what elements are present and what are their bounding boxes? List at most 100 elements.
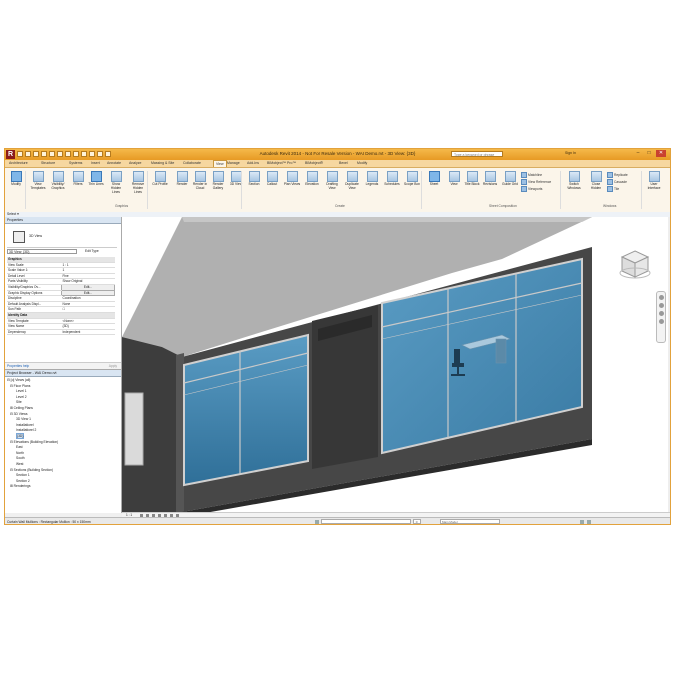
tab-add-ins[interactable]: Add-Ins <box>247 161 259 165</box>
3d-view-button[interactable]: 3D View <box>227 171 245 187</box>
tab-bexel[interactable]: Bexel <box>339 161 348 165</box>
replicate-button[interactable]: Replicate <box>607 172 628 178</box>
type-selector[interactable]: 3D View <box>7 225 117 248</box>
remove-hidden-lines-button[interactable]: Remove Hidden Lines <box>129 171 147 194</box>
select-dropdown[interactable]: Select ▾ <box>7 212 19 216</box>
select-links-icon[interactable] <box>587 520 591 524</box>
sheet-button[interactable]: Sheet <box>425 171 443 187</box>
revit-window: R Autodesk Revit 2014 - Not For Resale V… <box>4 148 671 525</box>
instance-selector[interactable]: 3D View: {3D} <box>7 249 77 254</box>
ribbon-button-label: Callout <box>266 182 278 186</box>
scope-box-button[interactable]: Scope Box <box>403 171 421 187</box>
properties-help-link[interactable]: Properties help <box>7 364 29 368</box>
small-button-label: Replicate <box>614 172 628 177</box>
browser-node-label: ⊞ Renderings <box>10 484 31 489</box>
ribbon-button-label: Plan Views <box>283 182 301 186</box>
section-button[interactable]: Section <box>245 171 263 187</box>
browser-node-label: Section 2 <box>16 478 30 483</box>
viewports-button[interactable]: Viewports <box>521 186 542 192</box>
main-model-selector[interactable]: Main Model <box>440 519 500 524</box>
edit-type-button[interactable]: Edit Type <box>85 249 99 253</box>
show-hidden-lines-button[interactable]: Show Hidden Lines <box>107 171 125 194</box>
callout-button[interactable]: Callout <box>263 171 281 187</box>
group-label-create: Create <box>335 204 345 208</box>
vertical-scrollbar[interactable] <box>668 217 670 512</box>
view-cube-type-icon <box>13 231 25 243</box>
schedules-button[interactable]: Schedules <box>383 171 401 187</box>
apply-button[interactable]: Apply <box>109 364 117 368</box>
browser-node[interactable]: ⊟ Sections (Building Section) <box>7 468 58 474</box>
browser-node[interactable]: ⊟ Elevations (Building Elevation) <box>7 440 58 446</box>
matchline-button[interactable]: Matchline <box>521 172 542 178</box>
ribbon-separator <box>25 171 26 209</box>
close-hidden-button[interactable]: Close Hidden <box>587 171 605 191</box>
tab-view[interactable]: View <box>213 160 227 167</box>
tab-systems[interactable]: Systems <box>69 161 82 165</box>
tab-insert[interactable]: Insert <box>91 161 100 165</box>
minimize-button[interactable]: – <box>633 150 643 157</box>
tab-architecture[interactable]: Architecture <box>9 161 28 165</box>
view-button[interactable]: View <box>445 171 463 187</box>
render-in-cloud-button[interactable]: Render in Cloud <box>191 171 209 191</box>
visibility-graphics-button[interactable]: Visibility/ Graphics <box>49 171 67 191</box>
render-gallery-button[interactable]: Render Gallery <box>209 171 227 191</box>
property-value[interactable]: Independent <box>61 329 115 336</box>
title-block-button[interactable]: Title Block <box>463 171 481 187</box>
plan-views-button[interactable]: Plan Views <box>283 171 301 187</box>
orbit-icon[interactable] <box>658 319 664 324</box>
tab-analyze[interactable]: Analyze <box>129 161 141 165</box>
tile-button[interactable]: Tile <box>607 186 619 192</box>
workset-icon[interactable] <box>315 520 319 524</box>
render-button[interactable]: Render <box>173 171 191 187</box>
remove-hidden-icon <box>132 171 144 182</box>
user-interface-button[interactable]: User Interface <box>645 171 663 191</box>
3d-viewport[interactable] <box>122 217 670 512</box>
cascade-button[interactable]: Cascade <box>607 179 627 185</box>
navigation-bar[interactable] <box>656 291 666 343</box>
type-name: 3D View <box>29 234 42 238</box>
drafting-view-button[interactable]: Drafting View <box>323 171 341 191</box>
tab-manage[interactable]: Manage <box>227 161 240 165</box>
tab-massing-site[interactable]: Massing & Site <box>151 161 174 165</box>
view-reference-button[interactable]: View Reference <box>521 179 551 185</box>
guide-grid-button[interactable]: Guide Grid <box>501 171 519 187</box>
thin-lines-button[interactable]: Thin Lines <box>87 171 105 187</box>
tab-bimobject-pro-[interactable]: BIMobject™ Pro™ <box>267 161 296 165</box>
ribbon-tabs: Architecture Structure Systems Insert Annota… <box>5 160 670 168</box>
browser-node[interactable]: ⊞ Renderings <box>7 484 58 490</box>
tab-collaborate[interactable]: Collaborate <box>183 161 201 165</box>
view-cube[interactable] <box>618 247 652 281</box>
cloud-render-icon <box>194 171 206 182</box>
tab-bimobject-[interactable]: BIMobject® <box>305 161 323 165</box>
properties-header: Properties <box>5 217 121 224</box>
group-label-sheet: Sheet Composition <box>489 204 517 208</box>
drafting-icon <box>326 171 338 182</box>
duplicate-view-button[interactable]: Duplicate View <box>343 171 361 191</box>
close-button[interactable]: ✕ <box>656 150 666 157</box>
switch-windows-button[interactable]: Switch Windows <box>565 171 583 191</box>
zoom-icon[interactable] <box>658 303 664 308</box>
browser-node-label: 3D View 1 <box>16 417 31 422</box>
cut-profile-button[interactable]: Cut Profile <box>151 171 169 187</box>
revisions-button[interactable]: Revisions <box>481 171 499 187</box>
tab-modify[interactable]: Modify <box>357 161 367 165</box>
view-templates-button[interactable]: View Templates <box>29 171 47 191</box>
workset-field[interactable] <box>321 519 411 524</box>
filters-button[interactable]: Filters <box>69 171 87 187</box>
sign-in-link[interactable]: Sign In <box>565 151 576 155</box>
tab-structure[interactable]: Structure <box>41 161 55 165</box>
search-input[interactable]: Type a keyword or phrase <box>451 151 503 157</box>
steering-wheel-icon[interactable] <box>658 295 664 300</box>
cascade-icon <box>607 179 613 185</box>
ribbon-button-label: Filters <box>73 182 83 186</box>
side-door <box>124 392 144 466</box>
legends-button[interactable]: Legends <box>363 171 381 187</box>
pan-icon[interactable] <box>658 311 664 316</box>
arrow-icon <box>10 171 22 182</box>
maximize-button[interactable]: □ <box>644 150 654 157</box>
modify-button[interactable]: Modify <box>7 171 25 187</box>
elevation-button[interactable]: Elevation <box>303 171 321 187</box>
browser-node-label: South <box>16 456 25 461</box>
filter-status-icon[interactable] <box>580 520 584 524</box>
tab-annotate[interactable]: Annotate <box>107 161 121 165</box>
